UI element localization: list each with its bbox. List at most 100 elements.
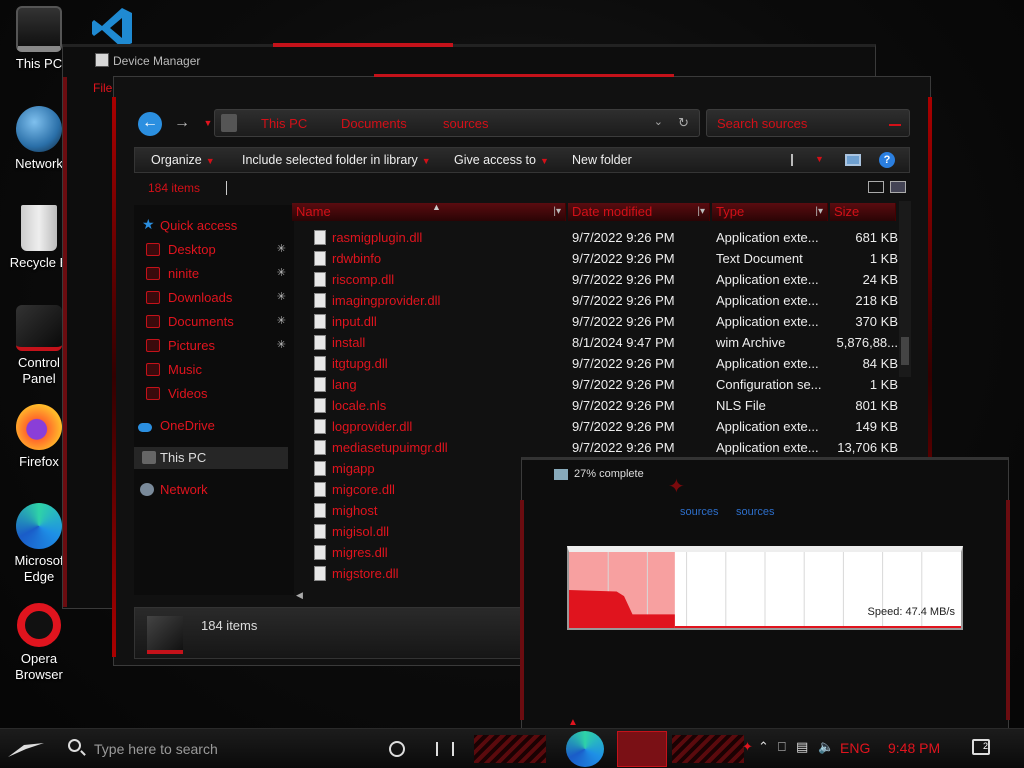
search-input[interactable]: Search sources [706,109,910,137]
file-name: install [332,335,366,350]
network-icon[interactable]: ▤ [796,739,808,755]
file-type: Application exte... [716,230,819,245]
breadcrumb-sources[interactable]: sources [443,116,489,131]
taskbar-search[interactable]: Type here to search [64,735,364,763]
chevron-down-icon[interactable]: ▼ [815,154,824,164]
file-date: 9/7/2022 9:26 PM [572,398,675,413]
table-row[interactable]: imagingprovider.dll 9/7/2022 9:26 PM Appli… [292,290,898,311]
folder-icon [146,267,160,280]
table-row[interactable]: locale.nls 9/7/2022 9:26 PM NLS File 801 KB [292,395,898,416]
nav-label: OneDrive [160,418,215,433]
file-name: mighost [332,503,378,518]
table-row[interactable]: itgtupg.dll 9/7/2022 9:26 PM Application e… [292,353,898,374]
details-view-icon[interactable] [868,181,884,193]
pin-icon[interactable]: ✳ [277,338,286,351]
preview-pane-icon[interactable] [845,154,861,166]
file-size: 681 KB [855,230,898,245]
file-name: migstore.dll [332,566,399,581]
give-access-button[interactable]: Give access to ▼ [454,153,549,167]
rog-tray-icon[interactable]: ✦ [742,739,753,755]
frame-decoration [1006,500,1010,720]
file-date: 9/7/2022 9:26 PM [572,377,675,392]
forward-button[interactable]: → [170,112,194,136]
star-icon: ★ [142,216,155,232]
this-pc-icon [16,6,62,52]
address-bar[interactable]: This PC Documents sources ⌄ ↻ [214,109,700,137]
nav-quick-access[interactable]: ★ Quick access [134,215,288,237]
scroll-left-icon[interactable]: ◀ [296,590,303,601]
nav-network[interactable]: Network [134,479,288,501]
file-date: 9/7/2022 9:26 PM [572,440,675,455]
nav-item-downloads[interactable]: Downloads ✳ [134,287,288,309]
table-row[interactable]: lang 9/7/2022 9:26 PM Configuration se... 1… [292,374,898,395]
organize-button[interactable]: Organize ▼ [151,153,215,167]
file-name: input.dll [332,314,377,329]
globe-icon [16,106,62,152]
table-row[interactable]: riscomp.dll 9/7/2022 9:26 PM Application e… [292,269,898,290]
menu-file[interactable]: File [93,81,112,95]
nav-item-ninite[interactable]: ninite ✳ [134,263,288,285]
pin-icon[interactable]: ✳ [277,314,286,327]
chevron-down-icon[interactable]: ⌄ [654,115,663,128]
pin-icon[interactable]: ✳ [277,242,286,255]
large-icons-view-icon[interactable] [890,181,906,193]
pin-icon[interactable]: ✳ [277,266,286,279]
file-icon [314,377,326,392]
column-header-type[interactable]: Type |▾ [712,203,828,221]
nav-this-pc[interactable]: This PC [134,447,288,469]
nav-item-desktop[interactable]: Desktop ✳ [134,239,288,261]
refresh-icon[interactable]: ↻ [678,115,689,131]
file-icon [314,566,326,581]
task-view-icon[interactable] [436,742,454,756]
new-folder-button[interactable]: New folder [572,153,632,167]
file-size: 218 KB [855,293,898,308]
taskbar-active-app-icon[interactable] [617,731,667,767]
file-name: locale.nls [332,398,387,413]
table-row[interactable]: logprovider.dll 9/7/2022 9:26 PM Applicati… [292,416,898,437]
taskbar-edge-icon[interactable] [566,731,604,767]
edge-icon [16,503,62,549]
start-button[interactable] [4,737,48,761]
table-row[interactable]: install 8/1/2024 9:47 PM wim Archive 5,876,… [292,332,898,353]
file-name: migisol.dll [332,524,390,539]
nav-item-pictures[interactable]: Pictures ✳ [134,335,288,357]
item-count: 184 items [148,181,201,195]
nav-label: Downloads [168,290,233,305]
column-header-name[interactable]: Name ▲ |▾ [292,202,566,221]
usb-icon[interactable]: ⎕ [778,739,786,755]
nav-item-documents[interactable]: Documents ✳ [134,311,288,333]
breadcrumb-documents[interactable]: Documents [341,116,407,131]
file-icon [314,293,326,308]
decoration-arrow-icon: ▲ [568,717,578,728]
scrollbar-thumb[interactable] [901,337,909,365]
nav-item-videos[interactable]: Videos [134,383,288,405]
volume-muted-icon[interactable]: 🔈 [818,739,834,755]
clock[interactable]: 9:48 PM [888,740,940,756]
vertical-scrollbar[interactable] [899,201,911,377]
include-in-library-button[interactable]: Include selected folder in library ▼ [242,153,431,167]
table-row[interactable]: mediasetupuimgr.dll 9/7/2022 9:26 PM Appli… [292,437,898,458]
help-icon[interactable]: ? [879,152,895,168]
desktop-icon-opera[interactable]: Opera Browser [2,603,76,683]
nav-item-music[interactable]: Music [134,359,288,381]
cortana-icon[interactable] [389,741,405,757]
frame-decoration [374,74,674,77]
show-hidden-icons-chevron-icon[interactable]: ⌃ [758,739,769,755]
pin-icon[interactable]: ✳ [277,290,286,303]
breadcrumb-this-pc[interactable]: This PC [261,116,307,131]
view-icon[interactable] [791,154,807,166]
table-row[interactable]: rasmigplugin.dll 9/7/2022 9:26 PM Applicat… [292,227,898,248]
transfer-speed-graph: Speed: 47.4 MB/s [567,546,963,630]
copy-source-link[interactable]: sources [680,506,719,518]
nav-onedrive[interactable]: OneDrive [134,415,288,437]
file-name: migres.dll [332,545,388,560]
back-button[interactable]: ← [138,112,162,136]
copy-destination-link[interactable]: sources [736,506,775,518]
table-row[interactable]: rdwbinfo 9/7/2022 9:26 PM Text Document 1 K… [292,248,898,269]
notifications-icon[interactable]: 2 [972,739,990,755]
language-indicator[interactable]: ENG [840,740,870,756]
table-row[interactable]: input.dll 9/7/2022 9:26 PM Application ext… [292,311,898,332]
column-header-size[interactable]: Size [830,203,896,221]
copy-progress-dialog[interactable]: 27% complete ✦ sources sources Speed: 47… [520,457,1010,733]
column-header-date[interactable]: Date modified |▾ [568,203,710,221]
